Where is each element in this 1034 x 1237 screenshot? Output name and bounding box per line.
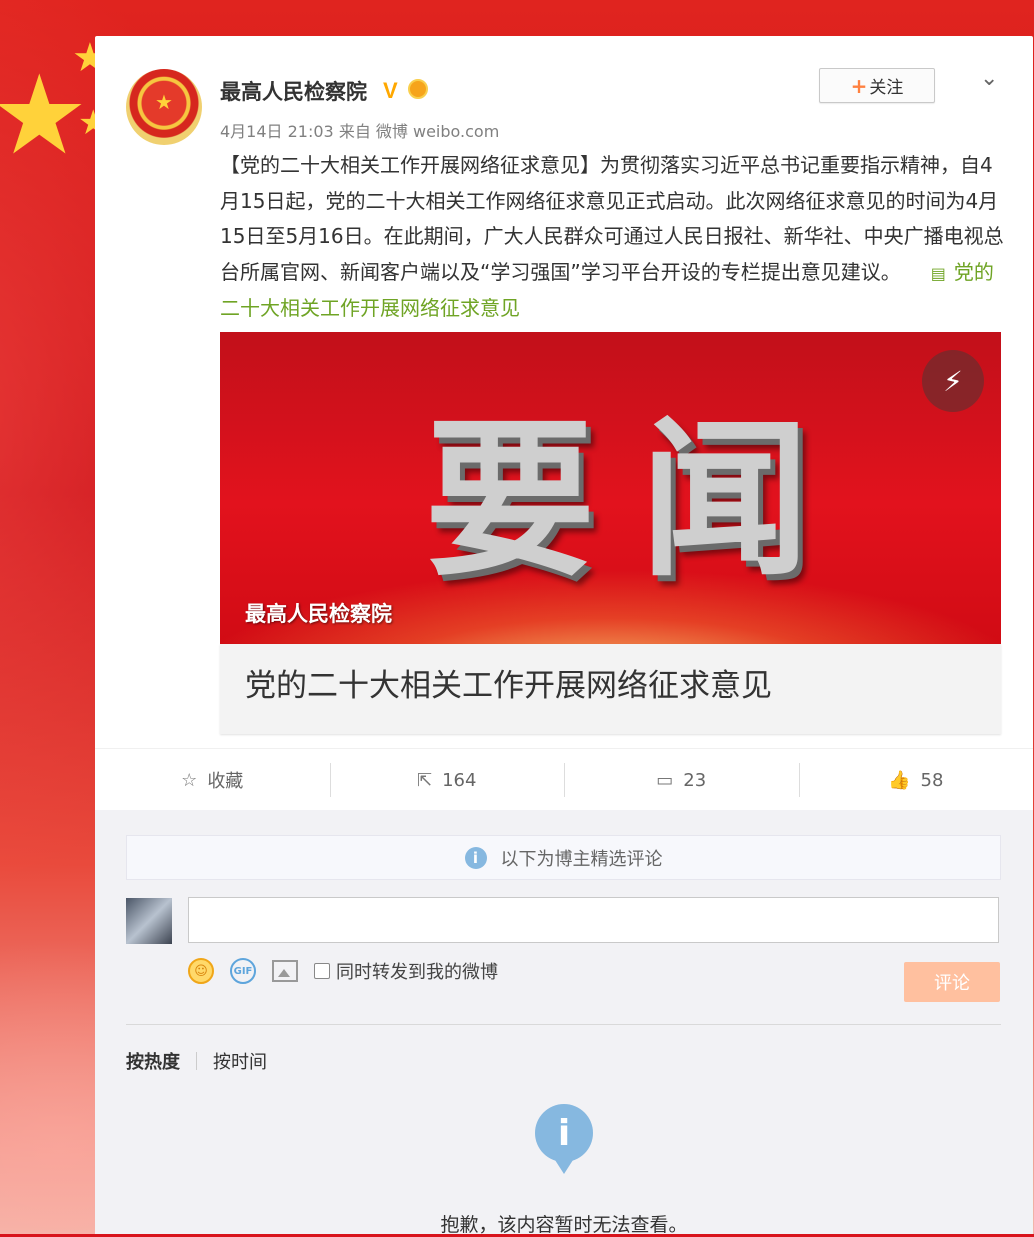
chevron-down-icon[interactable]: ⌄: [980, 66, 998, 91]
divider: [126, 1024, 1001, 1025]
emoji-icon[interactable]: ☺: [188, 958, 214, 984]
notice-text: 以下为博主精选评论: [500, 848, 663, 870]
thumbs-up-icon: 👍: [888, 769, 911, 791]
like-count: 58: [920, 769, 944, 791]
comment-section: i 以下为博主精选评论 ☺ GIF 同时转发到我的微博 评论 按热度 按时间 i…: [95, 810, 1033, 1236]
emblem-icon: ★: [155, 90, 173, 114]
article-card-caption[interactable]: 党的二十大相关工作开展网络征求意见: [220, 644, 1001, 734]
sync-repost-checkbox[interactable]: [314, 963, 330, 979]
follow-button[interactable]: + 关注: [819, 68, 935, 103]
follow-label: 关注: [869, 78, 904, 98]
empty-message: 抱歉，该内容暂时无法查看。: [440, 1214, 688, 1236]
post-text: 【党的二十大相关工作开展网络征求意见】为贯彻落实习近平总书记重要指示精神，自4月…: [220, 148, 1008, 327]
sort-by-time[interactable]: 按时间: [213, 1048, 267, 1074]
info-bubble-icon: i: [535, 1104, 593, 1174]
sync-repost-label: 同时转发到我的微博: [336, 962, 498, 983]
submit-comment-button[interactable]: 评论: [904, 962, 1000, 1002]
user-avatar[interactable]: [126, 898, 172, 944]
comment-icon: ▭: [656, 769, 674, 791]
author-avatar[interactable]: ★: [126, 69, 202, 145]
cover-source: 最高人民检察院: [245, 602, 392, 626]
author-name[interactable]: 最高人民检察院: [220, 76, 367, 106]
selected-comments-notice: i 以下为博主精选评论: [126, 835, 1001, 880]
cover-headline: 要闻: [425, 402, 856, 600]
comment-input[interactable]: [188, 897, 999, 943]
verified-v-icon: V: [383, 78, 398, 103]
star-outline-icon: ☆: [181, 769, 198, 791]
comment-toolbar: ☺ GIF 同时转发到我的微博: [188, 958, 498, 984]
repost-icon: ⇱: [417, 769, 433, 791]
image-icon[interactable]: [272, 960, 298, 982]
comment-sort: 按热度 按时间: [126, 1048, 267, 1074]
info-icon: i: [464, 846, 487, 869]
post-body: 【党的二十大相关工作开展网络征求意见】为贯彻落实习近平总书记重要指示精神，自4月…: [220, 153, 1004, 284]
comment-count: 23: [683, 769, 707, 791]
plus-icon: +: [850, 73, 868, 98]
favorite-label: 收藏: [207, 771, 244, 792]
medal-icon: [408, 79, 428, 99]
article-cover-image[interactable]: 要闻 最高人民检察院 ⚡: [220, 332, 1001, 644]
post-meta: 4月14日 21:03 来自 微博 weibo.com: [220, 122, 500, 141]
sort-separator: [196, 1052, 197, 1070]
comment-button[interactable]: ▭ 23: [564, 749, 799, 811]
article-icon: ▤: [930, 263, 946, 283]
favorite-button[interactable]: ☆ 收藏: [95, 749, 330, 811]
repost-button[interactable]: ⇱ 164: [329, 749, 565, 811]
gif-icon[interactable]: GIF: [230, 958, 256, 984]
like-button[interactable]: 👍 58: [798, 749, 1034, 811]
repost-count: 164: [442, 769, 477, 791]
sort-by-hot[interactable]: 按热度: [126, 1048, 180, 1074]
weibo-post-card: ★ 最高人民检察院 V 4月14日 21:03 来自 微博 weibo.com …: [95, 36, 1033, 1236]
lightning-icon: ⚡: [922, 350, 984, 412]
action-bar: ☆ 收藏 ⇱ 164 ▭ 23 👍 58: [95, 748, 1033, 811]
